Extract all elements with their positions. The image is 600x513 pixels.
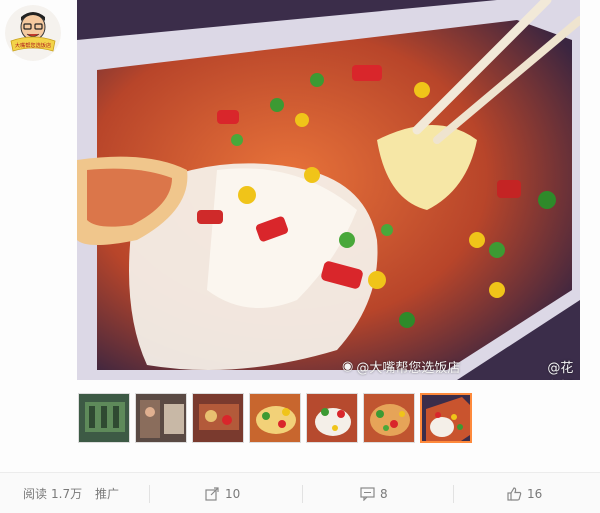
weibo-icon: ◉ — [342, 359, 354, 374]
share-button[interactable]: 10 — [205, 473, 240, 513]
food-photo-illustration — [77, 0, 580, 380]
promote-label: 推广 — [95, 487, 120, 501]
thumbnail-5[interactable] — [306, 393, 358, 443]
thumbnail-7-active[interactable] — [420, 393, 472, 443]
cartoon-avatar-icon: 大嘴帮您选饭店 — [5, 5, 61, 61]
share-count: 10 — [225, 486, 241, 501]
weibo-post: 大嘴帮您选饭店 ◉ @大嘴帮您选饭店 @花 阅读 1.7万 推广 10 8 16 — [0, 0, 600, 513]
thumbnail-4[interactable] — [249, 393, 301, 443]
watermark-photographer: ◉ @花色妖娆erica — [533, 357, 580, 380]
main-photo[interactable]: ◉ @大嘴帮您选饭店 ◉ @花色妖娆erica — [77, 0, 580, 380]
divider — [453, 485, 454, 503]
watermark-author: ◉ @大嘴帮您选饭店 — [342, 357, 460, 376]
divider — [302, 485, 303, 503]
comment-count: 8 — [380, 486, 388, 501]
divider — [149, 485, 150, 503]
share-icon — [205, 486, 219, 501]
thumbs-up-icon — [507, 486, 522, 501]
avatar-badge-text: 大嘴帮您选饭店 — [15, 41, 51, 49]
post-stats-bar: 阅读 1.7万 推广 10 8 16 — [0, 472, 600, 513]
like-count: 16 — [527, 486, 543, 501]
like-button[interactable]: 16 — [507, 473, 542, 513]
read-count: 阅读 1.7万 — [23, 473, 82, 513]
thumbnail-2[interactable] — [135, 393, 187, 443]
thumbnail-1[interactable] — [78, 393, 130, 443]
watermark-photographer-text: @花色妖娆erica — [547, 361, 574, 376]
watermark-author-text: @大嘴帮您选饭店 — [356, 361, 461, 376]
thumbnail-6[interactable] — [363, 393, 415, 443]
read-label: 阅读 — [23, 487, 48, 501]
comment-icon — [360, 486, 375, 501]
author-avatar[interactable]: 大嘴帮您选饭店 — [5, 5, 61, 61]
promote-button[interactable]: 推广 — [95, 473, 119, 513]
read-count-value: 1.7万 — [51, 487, 83, 501]
thumbnail-3[interactable] — [192, 393, 244, 443]
comment-button[interactable]: 8 — [360, 473, 388, 513]
